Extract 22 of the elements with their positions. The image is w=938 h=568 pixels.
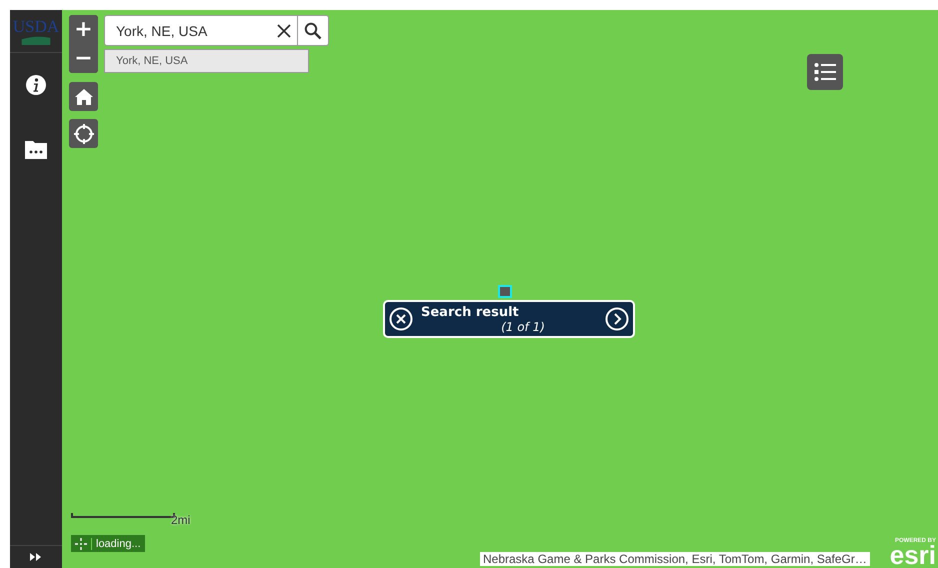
attribution-text: Nebraska Game & Parks Commission, Esri, TomTom, Garmin, SafeGr…: [480, 552, 870, 566]
scale-label: 2mi: [171, 513, 190, 527]
suggestion-item[interactable]: York, NE, USA: [104, 49, 309, 73]
next-icon[interactable]: [605, 307, 629, 331]
home-button[interactable]: [69, 82, 98, 111]
crosshair-icon: [75, 538, 87, 550]
home-icon: [74, 88, 92, 104]
close-icon[interactable]: [277, 24, 291, 38]
location-marker[interactable]: [498, 285, 512, 298]
list-icon: [814, 62, 836, 82]
search-field[interactable]: York, NE, USA: [104, 15, 298, 46]
popup-title: Search result: [421, 304, 520, 320]
search-icon: [304, 22, 322, 40]
folder-icon[interactable]: [25, 139, 47, 159]
search-button[interactable]: [298, 15, 329, 46]
loading-text: loading...: [91, 538, 141, 550]
expand-icon[interactable]: [30, 553, 42, 561]
legend-button[interactable]: [807, 54, 843, 90]
result-count: (1 of 1): [501, 320, 545, 334]
locate-button[interactable]: [69, 119, 98, 148]
info-icon[interactable]: [25, 74, 47, 96]
crosshair-icon: [74, 124, 94, 144]
